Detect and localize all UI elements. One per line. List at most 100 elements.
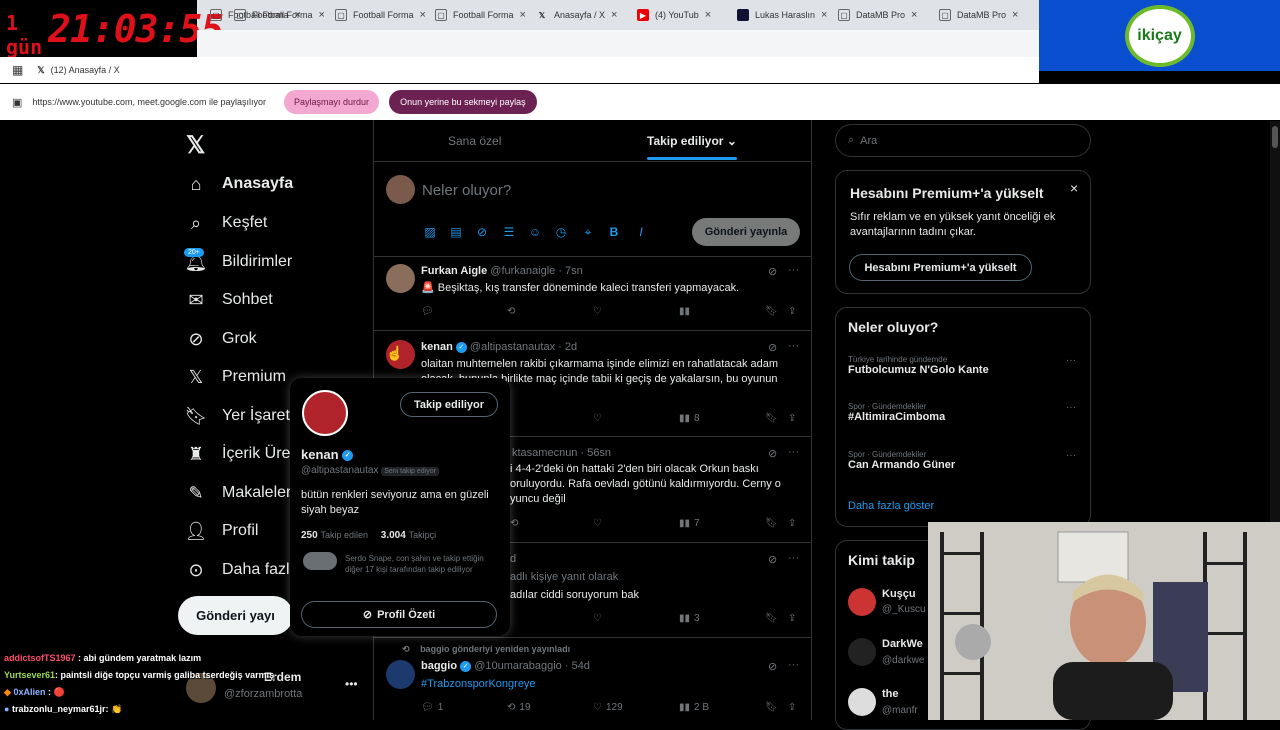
- retweet-stat[interactable]: ⟲ 19: [507, 702, 531, 713]
- nav-bookmarks[interactable]: 🔖︎ Yer İşaretle: [185, 406, 303, 426]
- emoji-icon[interactable]: ☺: [528, 225, 542, 239]
- grok-icon[interactable]: ⊘: [768, 265, 777, 278]
- views-stat[interactable]: ▮▮ 2 B: [679, 702, 709, 713]
- show-more-link[interactable]: Daha fazla göster: [848, 500, 934, 512]
- avatar[interactable]: [848, 688, 876, 716]
- like-icon[interactable]: ♡: [593, 518, 602, 529]
- more-icon[interactable]: ···: [788, 659, 799, 671]
- apps-grid-icon[interactable]: ▦: [12, 63, 23, 77]
- nav-creator-studio[interactable]: ♜ İçerik Üreti: [186, 444, 299, 464]
- avatar[interactable]: [386, 264, 415, 293]
- tab-1[interactable]: ▢ Football Forma ×: [228, 2, 331, 28]
- like-icon[interactable]: ♡: [593, 613, 602, 624]
- tab-4[interactable]: 𝕏 Anasayfa / X ×: [530, 2, 623, 28]
- compose-input[interactable]: Neler oluyor?: [422, 182, 511, 199]
- grok-icon[interactable]: ⊘: [475, 225, 489, 239]
- close-icon[interactable]: ×: [520, 9, 526, 21]
- tweet-author[interactable]: Furkan Aigle: [421, 265, 487, 277]
- share-icon[interactable]: ⇪: [788, 613, 796, 624]
- grok-icon[interactable]: ⊘: [768, 341, 777, 354]
- scrollbar-thumb[interactable]: [1272, 126, 1278, 148]
- views-stat[interactable]: ▮▮ 3: [679, 613, 700, 624]
- bookmark-icon[interactable]: 🔖︎: [765, 518, 778, 529]
- tab-6[interactable]: Lukas Haraslın ×: [731, 2, 833, 28]
- followers-label[interactable]: Takipçi: [409, 530, 437, 540]
- bookmark-icon[interactable]: 🔖︎: [765, 613, 778, 624]
- more-icon[interactable]: ···: [1066, 402, 1076, 413]
- grok-icon[interactable]: ⊘: [768, 447, 777, 460]
- bookmark-icon[interactable]: 🔖︎: [765, 306, 778, 317]
- more-icon[interactable]: ···: [788, 552, 799, 564]
- nav-articles[interactable]: ✎ Makaleler: [186, 483, 291, 503]
- more-icon[interactable]: ···: [1066, 355, 1076, 366]
- mutual-followers[interactable]: Serdo Snape, con şahin ve takip ettiğin …: [345, 553, 500, 575]
- trend-item[interactable]: Türkiye tarihinde gündemde Futbolcumuz N'…: [848, 355, 989, 376]
- bold-icon[interactable]: B: [607, 225, 621, 239]
- following-button[interactable]: Takip ediliyor: [400, 392, 498, 417]
- views-stat[interactable]: ▮▮ 7: [679, 518, 700, 529]
- reply-icon[interactable]: 💬︎: [421, 306, 434, 317]
- tweet-author[interactable]: baggio: [421, 660, 457, 672]
- image-icon[interactable]: ▨: [423, 225, 437, 239]
- avatar[interactable]: [848, 638, 876, 666]
- close-icon[interactable]: ×: [705, 9, 711, 21]
- more-icon[interactable]: ···: [788, 446, 799, 458]
- x-logo-icon[interactable]: 𝕏: [186, 131, 205, 160]
- close-icon[interactable]: ×: [821, 9, 827, 21]
- nav-explore[interactable]: ⌕ Keşfet: [186, 213, 267, 233]
- share-icon[interactable]: ⇪: [788, 518, 796, 529]
- publish-button[interactable]: Gönderi yayınla: [692, 218, 800, 246]
- nav-messages[interactable]: ✉ Sohbet: [186, 290, 272, 310]
- hover-name[interactable]: kenan ✓: [301, 447, 354, 462]
- nav-profile[interactable]: 👤︎ Profil: [185, 521, 259, 541]
- retweet-icon[interactable]: ⟲: [510, 518, 518, 529]
- views-stat[interactable]: ▮▮ 8: [679, 413, 700, 424]
- avatar[interactable]: [848, 588, 876, 616]
- schedule-icon[interactable]: ◷: [554, 225, 568, 239]
- suggestion-name[interactable]: DarkWe: [882, 638, 923, 650]
- like-icon[interactable]: ♡: [593, 413, 602, 424]
- profile-summary-button[interactable]: ⊘ Profil Özeti: [301, 601, 497, 628]
- avatar[interactable]: [302, 390, 348, 436]
- share-icon[interactable]: ⇪: [788, 306, 796, 317]
- nav-premium[interactable]: 𝕏 Premium: [186, 367, 286, 387]
- share-icon[interactable]: ⇪: [788, 702, 796, 713]
- close-icon[interactable]: ×: [420, 9, 426, 21]
- like-stat[interactable]: ♡ 129: [593, 702, 623, 713]
- tab-for-you[interactable]: Sana özel: [448, 134, 501, 148]
- poll-icon[interactable]: ☰: [502, 225, 516, 239]
- close-icon[interactable]: ×: [611, 9, 617, 21]
- tab-3[interactable]: ▢ Football Forma ×: [429, 2, 532, 28]
- tweet-author[interactable]: kenan: [421, 341, 453, 353]
- account-menu-icon[interactable]: •••: [345, 677, 358, 691]
- retweet-icon[interactable]: ⟲: [507, 306, 515, 317]
- grok-icon[interactable]: ⊘: [768, 660, 777, 673]
- avatar[interactable]: [386, 660, 415, 689]
- views-icon[interactable]: ▮▮: [679, 306, 690, 317]
- like-icon[interactable]: ♡: [593, 306, 602, 317]
- more-icon[interactable]: ···: [788, 264, 799, 276]
- trend-item[interactable]: Spor · Gündemdekiler Can Armando Güner: [848, 450, 955, 471]
- tab-7[interactable]: ▢ DataMB Pro ×: [832, 2, 923, 28]
- tab-2[interactable]: ▢ Football Forma ×: [329, 2, 432, 28]
- following-label[interactable]: Takip edilen: [320, 530, 368, 540]
- nav-grok[interactable]: ⊘ Grok: [186, 329, 256, 349]
- grok-icon[interactable]: ⊘: [768, 553, 777, 566]
- suggestion-name[interactable]: Kuşçu: [882, 588, 916, 600]
- share-icon[interactable]: ⇪: [788, 413, 796, 424]
- tab-8[interactable]: ▢ DataMB Pro ×: [933, 2, 1024, 28]
- tab-5[interactable]: ▶ (4) YouTub ×: [631, 2, 717, 28]
- location-icon[interactable]: ⌖: [581, 225, 595, 239]
- nav-more[interactable]: ⊙ Daha fazla: [186, 560, 298, 580]
- close-icon[interactable]: ×: [1012, 9, 1018, 21]
- trend-item[interactable]: Spor · Gündemdekiler #AltimiraCimboma: [848, 402, 945, 423]
- close-icon[interactable]: ×: [1070, 180, 1078, 196]
- gif-icon[interactable]: ▤: [449, 225, 463, 239]
- close-icon[interactable]: ×: [319, 9, 325, 21]
- close-icon[interactable]: ×: [911, 9, 917, 21]
- suggestion-name[interactable]: the: [882, 688, 899, 700]
- premium-upgrade-button[interactable]: Hesabını Premium+'a yükselt: [849, 254, 1032, 281]
- bookmark-icon[interactable]: 🔖︎: [765, 702, 778, 713]
- search-input[interactable]: ⌕ Ara: [835, 124, 1091, 157]
- bookmark-icon[interactable]: 🔖︎: [765, 413, 778, 424]
